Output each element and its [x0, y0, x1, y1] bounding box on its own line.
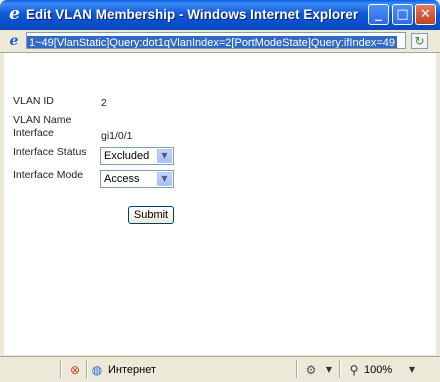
status-divider — [86, 360, 88, 378]
interface-label: Interface — [13, 127, 54, 139]
interface-mode-label: Interface Mode — [13, 169, 84, 181]
chevron-down-icon[interactable]: ▼ — [157, 149, 172, 163]
minimize-icon: _ — [375, 7, 382, 22]
maximize-icon: □ — [396, 7, 409, 22]
minimize-button[interactable]: _ — [368, 4, 389, 25]
title-bar[interactable]: e Edit VLAN Membership - Windows Interne… — [0, 0, 440, 30]
interface-status-select[interactable]: Excluded ▼ — [100, 147, 174, 165]
interface-status-selected: Excluded — [104, 150, 150, 162]
close-button[interactable]: ✕ — [415, 4, 436, 25]
address-url-text: 1~49[VlanStatic]Query:dot1qVlanIndex=2[P… — [27, 36, 397, 49]
vlan-id-value: 2 — [101, 97, 107, 109]
page-content: VLAN ID 2 VLAN Name Interface gi1/0/1 In… — [4, 53, 436, 355]
interface-mode-selected: Access — [104, 173, 140, 185]
address-bar: e 1~49[VlanStatic]Query:dot1qVlanIndex=2… — [0, 30, 440, 53]
interface-status-label: Interface Status — [13, 146, 87, 158]
submit-button[interactable]: Submit — [128, 206, 174, 224]
page-icon: e — [9, 33, 19, 49]
chevron-down-icon[interactable]: ▼ — [321, 362, 337, 378]
status-bar: ⊗ ◍ Интернет ⚙ ▼ ⚲ 100% ▼ — [0, 356, 440, 382]
interface-value: gi1/0/1 — [101, 130, 133, 142]
interface-mode-select[interactable]: Access ▼ — [100, 170, 174, 188]
chevron-down-icon[interactable]: ▼ — [404, 362, 420, 378]
zoom-level[interactable]: 100% — [364, 362, 392, 378]
vlan-name-label: VLAN Name — [13, 114, 72, 126]
zone-label: Интернет — [108, 364, 156, 376]
zoom-icon[interactable]: ⚲ — [346, 362, 362, 378]
refresh-icon[interactable]: ↻ — [411, 33, 428, 49]
ie-logo-icon: e — [9, 4, 20, 24]
status-divider — [339, 360, 341, 378]
close-icon: ✕ — [420, 7, 431, 22]
window-title: Edit VLAN Membership - Windows Internet … — [26, 7, 359, 22]
globe-icon: ◍ — [91, 363, 103, 377]
address-input[interactable]: 1~49[VlanStatic]Query:dot1qVlanIndex=2[P… — [26, 32, 406, 49]
vlan-id-label: VLAN ID — [13, 95, 54, 107]
protected-mode-icon[interactable]: ⚙ — [303, 362, 319, 378]
status-divider — [296, 360, 298, 378]
maximize-button[interactable]: □ — [392, 4, 413, 25]
blocked-icon[interactable]: ⊗ — [67, 362, 83, 378]
chevron-down-icon[interactable]: ▼ — [157, 172, 172, 186]
status-divider — [60, 360, 62, 378]
